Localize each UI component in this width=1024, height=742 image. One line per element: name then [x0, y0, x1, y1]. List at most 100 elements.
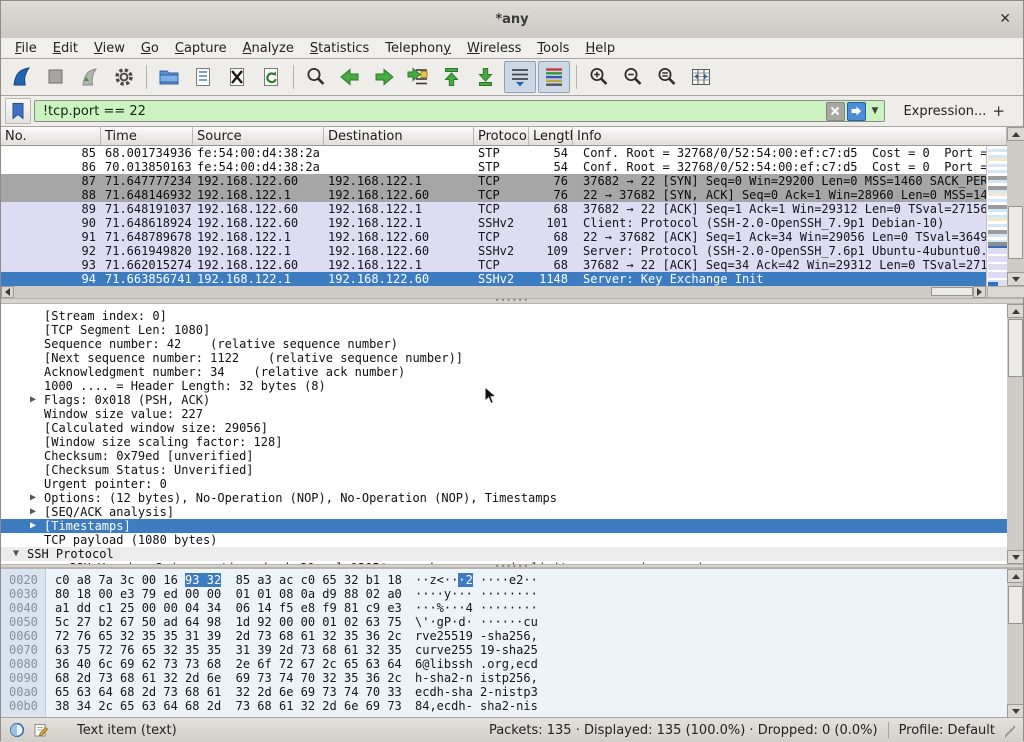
column-header-source[interactable]: Source: [193, 127, 324, 145]
expand-icon[interactable]: ▶: [30, 393, 36, 407]
menu-analyze[interactable]: Analyze: [235, 40, 302, 57]
filter-dropdown-icon[interactable]: ▼: [866, 106, 883, 116]
hex-vscrollbar[interactable]: [1007, 569, 1023, 717]
scroll-up-button[interactable]: [1007, 127, 1024, 141]
menu-statistics[interactable]: Statistics: [302, 40, 377, 57]
scroll-left-button[interactable]: [1, 286, 14, 298]
packet-row-90[interactable]: 9071.648618924192.168.122.60192.168.122.…: [1, 216, 986, 230]
hex-ascii[interactable]: ecdh-sha 2-nistp3: [415, 685, 538, 699]
detail-line[interactable]: ▶[Timestamps]: [1, 519, 1007, 533]
column-header-protocol[interactable]: Protocol: [474, 127, 529, 145]
detail-line[interactable]: TCP payload (1080 bytes): [1, 533, 1007, 547]
hex-ascii[interactable]: ····y··· ········: [415, 587, 538, 601]
filter-apply-button[interactable]: [847, 102, 866, 121]
menu-view[interactable]: View: [86, 40, 133, 57]
detail-vscrollbar[interactable]: [1007, 304, 1023, 564]
packet-row-92[interactable]: 9271.661949820192.168.122.1192.168.122.6…: [1, 244, 986, 258]
add-filter-button[interactable]: +: [986, 102, 1011, 120]
hex-bytes[interactable]: 63 75 72 76 65 32 35 35 31 39 2d 73 68 6…: [55, 643, 402, 657]
menu-edit[interactable]: Edit: [45, 40, 86, 57]
hex-row-0050[interactable]: 00505c 27 b2 67 50 ad 64 98 1d 92 00 00 …: [1, 615, 1007, 629]
detail-line[interactable]: ▶Flags: 0x018 (PSH, ACK): [1, 393, 1007, 407]
detail-line[interactable]: ▼SSH Protocol: [1, 547, 1007, 561]
hex-bytes[interactable]: c0 a8 7a 3c 00 16 93 32 85 a3 ac c0 65 3…: [55, 573, 402, 587]
capture-comment-icon[interactable]: [33, 722, 49, 738]
column-header-destination[interactable]: Destination: [324, 127, 474, 145]
start-capture-button[interactable]: [6, 61, 38, 93]
go-back-button[interactable]: [334, 61, 366, 93]
packet-row-89[interactable]: 8971.648191037192.168.122.60192.168.122.…: [1, 202, 986, 216]
capture-options-button[interactable]: [108, 61, 140, 93]
detail-line[interactable]: Acknowledgment number: 34 (relative ack …: [1, 365, 1007, 379]
close-icon[interactable]: ✕: [999, 10, 1011, 28]
zoom-out-button[interactable]: [617, 61, 649, 93]
close-file-button[interactable]: [221, 61, 253, 93]
hex-ascii[interactable]: 84,ecdh- sha2-nis: [415, 699, 538, 713]
menu-wireless[interactable]: Wireless: [459, 40, 529, 57]
hex-row-0040[interactable]: 0040a1 dd c1 25 00 00 04 34 06 14 f5 e8 …: [1, 601, 1007, 615]
hex-bytes[interactable]: a1 dd c1 25 00 00 04 34 06 14 f5 e8 f9 8…: [55, 601, 402, 615]
expression-button[interactable]: Expression...: [903, 104, 986, 119]
detail-line[interactable]: [Stream index: 0]: [1, 309, 1007, 323]
zoom-in-button[interactable]: [583, 61, 615, 93]
packet-list-minimap[interactable]: [986, 146, 1007, 286]
detail-line[interactable]: 1000 .... = Header Length: 32 bytes (8): [1, 379, 1007, 393]
hex-row-0060[interactable]: 006072 76 65 32 35 35 31 39 2d 73 68 61 …: [1, 629, 1007, 643]
column-header-info[interactable]: Info: [573, 127, 1007, 145]
detail-line[interactable]: [Next sequence number: 1122 (relative se…: [1, 351, 1007, 365]
detail-line[interactable]: ▶Options: (12 bytes), No-Operation (NOP)…: [1, 491, 1007, 505]
scroll-down-button[interactable]: [1007, 550, 1023, 564]
filter-input-value[interactable]: !tcp.port == 22: [35, 104, 146, 119]
detail-line[interactable]: ▶[SEQ/ACK analysis]: [1, 505, 1007, 519]
scroll-up-button[interactable]: [1007, 569, 1023, 583]
collapse-icon[interactable]: ▼: [13, 547, 19, 561]
hex-ascii[interactable]: ···%···4 ········: [415, 601, 538, 615]
menu-go[interactable]: Go: [133, 40, 167, 57]
go-forward-button[interactable]: [368, 61, 400, 93]
expert-info-icon[interactable]: [9, 722, 25, 738]
hex-row-00b0[interactable]: 00b038 34 2c 65 63 64 68 2d 73 68 61 32 …: [1, 699, 1007, 713]
hex-bytes[interactable]: 5c 27 b2 67 50 ad 64 98 1d 92 00 00 01 0…: [55, 615, 402, 629]
detail-line[interactable]: [Checksum Status: Unverified]: [1, 463, 1007, 477]
filter-input[interactable]: !tcp.port == 22 ▼: [34, 100, 886, 122]
profile-text[interactable]: Profile: Default: [899, 723, 995, 738]
column-header-time[interactable]: Time: [101, 127, 193, 145]
column-header-length[interactable]: Length: [529, 127, 573, 145]
hex-row-0030[interactable]: 003080 18 00 e3 79 ed 00 00 01 01 08 0a …: [1, 587, 1007, 601]
detail-line[interactable]: [TCP Segment Len: 1080]: [1, 323, 1007, 337]
packet-row-94[interactable]: 9471.663856741192.168.122.1192.168.122.6…: [1, 272, 986, 286]
expand-icon[interactable]: ▶: [30, 505, 36, 519]
hex-ascii[interactable]: curve255 19-sha25: [415, 643, 538, 657]
hex-ascii[interactable]: h-sha2-n istp256,: [415, 671, 538, 685]
detail-line[interactable]: Window size value: 227: [1, 407, 1007, 421]
hex-bytes[interactable]: 36 40 6c 69 62 73 73 68 2e 6f 72 67 2c 6…: [55, 657, 402, 671]
hex-bytes[interactable]: 68 2d 73 68 61 32 2d 6e 69 73 74 70 32 3…: [55, 671, 402, 685]
hex-bytes[interactable]: 38 34 2c 65 63 64 68 2d 73 68 61 32 2d 6…: [55, 699, 402, 713]
menu-help[interactable]: Help: [577, 40, 623, 57]
detail-line[interactable]: Urgent pointer: 0: [1, 477, 1007, 491]
scroll-down-button[interactable]: [1007, 272, 1024, 286]
hex-bytes[interactable]: 72 76 65 32 35 35 31 39 2d 73 68 61 32 3…: [55, 629, 402, 643]
auto-scroll-button[interactable]: [504, 61, 536, 93]
detail-line[interactable]: Sequence number: 42 (relative sequence n…: [1, 337, 1007, 351]
hex-ascii[interactable]: 6@libssh .org,ecd: [415, 657, 538, 671]
vscroll-thumb[interactable]: [1008, 319, 1023, 377]
packet-row-86[interactable]: 8670.013850163fe:54:00:d4:38:2aSTP54Conf…: [1, 160, 986, 174]
open-file-button[interactable]: [153, 61, 185, 93]
hex-row-0070[interactable]: 007063 75 72 76 65 32 35 35 31 39 2d 73 …: [1, 643, 1007, 657]
hex-ascii[interactable]: rve25519 -sha256,: [415, 629, 538, 643]
save-file-button[interactable]: [187, 61, 219, 93]
menu-capture[interactable]: Capture: [167, 40, 235, 57]
column-header-no[interactable]: No.: [1, 127, 101, 145]
scroll-right-button[interactable]: [973, 286, 986, 298]
stop-capture-button[interactable]: [40, 61, 72, 93]
packet-row-85[interactable]: 8568.001734936fe:54:00:d4:38:2aSTP54Conf…: [1, 146, 986, 160]
filter-clear-button[interactable]: [826, 102, 845, 121]
zoom-original-button[interactable]: [651, 61, 683, 93]
restart-capture-button[interactable]: [74, 61, 106, 93]
menu-telephony[interactable]: Telephony: [377, 40, 459, 57]
packet-row-88[interactable]: 8871.648146932192.168.122.1192.168.122.6…: [1, 188, 986, 202]
hex-bytes[interactable]: 80 18 00 e3 79 ed 00 00 01 01 08 0a d9 8…: [55, 587, 402, 601]
packet-row-93[interactable]: 9371.662015274192.168.122.60192.168.122.…: [1, 258, 986, 272]
detail-line[interactable]: [Calculated window size: 29056]: [1, 421, 1007, 435]
